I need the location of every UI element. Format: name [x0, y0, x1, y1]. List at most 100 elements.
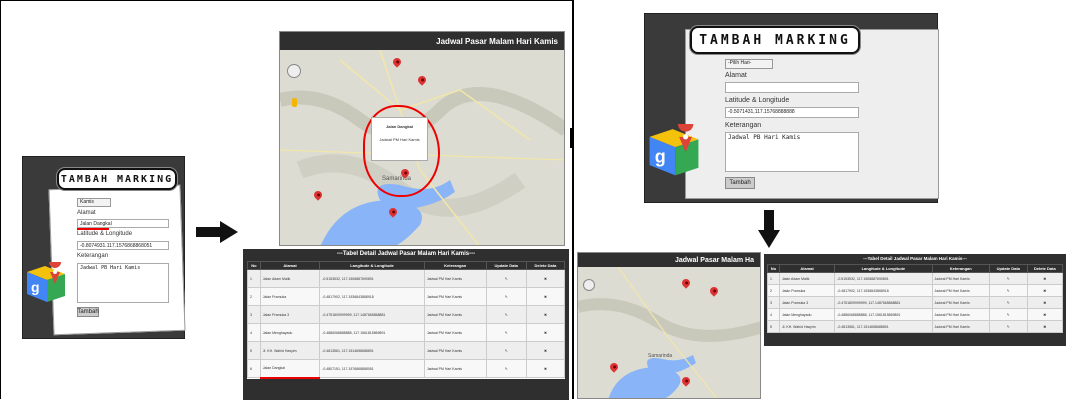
- map-left[interactable]: Jadwal Pasar Malam Hari Kamis Samarinda …: [279, 31, 565, 246]
- zoom-control[interactable]: [287, 64, 301, 78]
- keterangan-label: Keterangan: [77, 253, 109, 259]
- delete-icon[interactable]: ✖: [525, 359, 566, 378]
- tambah-button[interactable]: Tambah: [725, 177, 755, 189]
- latlng-label: Latitude & Longitude: [77, 231, 133, 237]
- map-header: Jadwal Pasar Malam Ha: [578, 253, 760, 267]
- detail-table-right: ---Tabel Detail Jadwal Pasar Malam Hari …: [764, 254, 1066, 346]
- row-keterangan: Jadwal PM Hari Kamis: [931, 296, 990, 309]
- row-keterangan: Jadwal PM Hari Kamis: [423, 323, 487, 342]
- edit-icon[interactable]: ✎: [988, 272, 1028, 285]
- row-number: 6: [247, 359, 261, 378]
- left-panel: TAMBAH MARKING Kamis Alamat Jalan Dangka…: [0, 0, 574, 400]
- table-header-cell: No: [247, 261, 261, 270]
- popup-body: Jadwal PM Hari Kamis: [379, 137, 420, 142]
- google-maps-icon: g: [27, 262, 65, 302]
- keterangan-textarea[interactable]: Jadwal PB Hari Kamis: [77, 263, 169, 303]
- delete-icon[interactable]: ✖: [525, 341, 566, 360]
- row-number: 4: [767, 308, 780, 321]
- zoom-control[interactable]: [583, 279, 595, 291]
- row-number: 5: [247, 341, 261, 360]
- row-keterangan: Jadwal PM Hari Kamis: [423, 341, 487, 360]
- delete-icon[interactable]: ✖: [525, 287, 566, 306]
- tambah-button[interactable]: Tambah: [77, 307, 99, 317]
- row-number: 3: [247, 305, 261, 324]
- row-alamat: Jalan Adam Malik: [778, 272, 836, 285]
- detail-table: No Alamat Langitude & Longitude Keterangan U…: [767, 264, 1064, 333]
- form-title-box: TAMBAH MARKING: [57, 168, 177, 190]
- pegman-icon[interactable]: [292, 98, 297, 107]
- tambah-marking-form-left: TAMBAH MARKING Kamis Alamat Jalan Dangka…: [22, 156, 186, 339]
- row-latlng: -0.4813561, 117.1514658688891: [319, 341, 425, 360]
- delete-icon[interactable]: ✖: [1026, 320, 1064, 333]
- delete-icon[interactable]: ✖: [1026, 296, 1064, 309]
- row-alamat: Jalan Menghayadu: [259, 323, 321, 342]
- svg-text:g: g: [31, 279, 40, 295]
- row-alamat: Jalan Adam Malik: [259, 269, 321, 288]
- row-number: 5: [767, 320, 780, 333]
- row-alamat: Jl. KH. Wahid Hasyim: [778, 320, 836, 333]
- delete-icon[interactable]: ✖: [525, 269, 566, 288]
- row-latlng: -0.5153532, 117.1506887690891: [319, 269, 425, 288]
- delete-icon[interactable]: ✖: [1026, 284, 1064, 297]
- day-select[interactable]: Kamis: [77, 198, 111, 207]
- edit-icon[interactable]: ✎: [485, 269, 527, 288]
- day-select[interactable]: -Pilih Hari-: [725, 59, 773, 69]
- alamat-input[interactable]: [725, 82, 859, 93]
- edit-icon[interactable]: ✎: [988, 308, 1028, 321]
- table-row: 2 Jalan Pramuka -0.4817902, 117.1536843868…: [767, 284, 1064, 297]
- arrow-right-icon: [196, 221, 238, 243]
- alamat-input[interactable]: Jalan Dangkal: [77, 219, 169, 228]
- row-keterangan: Jadwal PM Hari Kamis: [423, 359, 487, 378]
- row-alamat: Jalan Pramuka: [259, 287, 321, 306]
- right-panel: TAMBAH MARKING -Pilih Hari- Alamat Latit…: [574, 0, 1066, 399]
- table-header-cell: Update Data: [485, 261, 527, 270]
- edit-icon[interactable]: ✎: [485, 359, 527, 378]
- delete-icon[interactable]: ✖: [1026, 308, 1064, 321]
- row-alamat: Jalan Dangkal: [259, 359, 321, 379]
- map-terrain: Samarinda: [578, 267, 760, 398]
- table-header-cell: Keterangan: [423, 261, 487, 270]
- alamat-label: Alamat: [77, 210, 96, 216]
- table-title: ---Tabel Detail Jadwal Pasar Malam Hari …: [336, 251, 476, 257]
- delete-icon[interactable]: ✖: [525, 305, 566, 324]
- edit-icon[interactable]: ✎: [988, 320, 1028, 333]
- map-right[interactable]: Jadwal Pasar Malam Ha Samarinda: [577, 252, 761, 399]
- table-header-cell: Update Data: [988, 264, 1028, 273]
- row-latlng: -0.4813561, 117.1514658688891: [834, 320, 933, 333]
- edit-icon[interactable]: ✎: [988, 284, 1028, 297]
- google-maps-icon: g: [649, 124, 699, 176]
- alamat-label: Alamat: [725, 72, 747, 79]
- edit-icon[interactable]: ✎: [485, 323, 527, 342]
- delete-icon[interactable]: ✖: [525, 323, 566, 342]
- edit-icon[interactable]: ✎: [485, 287, 527, 306]
- row-alamat: Jl. KH. Wahid Hasyim: [259, 341, 321, 360]
- row-keterangan: Jadwal PM Hari Kamis: [931, 320, 990, 333]
- row-number: 3: [767, 296, 780, 309]
- keterangan-textarea[interactable]: Jadwal PB Hari Kamis: [725, 132, 859, 172]
- table-row: 4 Jalan Menghayadu -0.4886068888888, 117.1…: [767, 308, 1064, 321]
- edit-icon[interactable]: ✎: [485, 305, 527, 324]
- row-keterangan: Jadwal PM Hari Kamis: [931, 308, 990, 321]
- row-number: 2: [247, 287, 261, 306]
- row-number: 1: [247, 269, 261, 288]
- latlng-input[interactable]: -0.5071431,117.15768888888: [725, 107, 859, 118]
- row-latlng: -0.4886068888888, 117.1561815869891: [834, 308, 933, 321]
- tambah-marking-form-right: TAMBAH MARKING -Pilih Hari- Alamat Latit…: [644, 13, 939, 203]
- form-title: TAMBAH MARKING: [699, 32, 851, 48]
- edit-icon[interactable]: ✎: [485, 341, 527, 360]
- row-keterangan: Jadwal PM Hari Kamis: [931, 284, 990, 297]
- edit-icon[interactable]: ✎: [988, 296, 1028, 309]
- row-latlng: -0.4807151, 117.1576868868051: [319, 359, 425, 378]
- row-latlng: -0.4886068888888, 117.1561815869891: [319, 323, 425, 342]
- keterangan-label: Keterangan: [725, 122, 762, 129]
- latlng-input[interactable]: -0.8074931.117.1576868868051: [77, 241, 169, 250]
- table-row: 1 Jalan Adam Malik -0.5153532, 117.1506887…: [247, 269, 566, 288]
- map-header: Jadwal Pasar Malam Hari Kamis: [280, 32, 564, 50]
- delete-icon[interactable]: ✖: [1026, 272, 1064, 285]
- table-title: ---Tabel Detail Jadwal Pasar Malam Hari …: [863, 256, 967, 261]
- detail-table: No Alamat Langitude & Longitude Keterangan U…: [247, 261, 566, 379]
- table-header-cell: Langitude & Longitude: [319, 261, 425, 270]
- table-header-cell: Delete Data: [525, 261, 566, 270]
- arrow-down-icon: [758, 210, 780, 248]
- table-row: 5 Jl. KH. Wahid Hasyim -0.4813561, 117.151…: [247, 341, 566, 360]
